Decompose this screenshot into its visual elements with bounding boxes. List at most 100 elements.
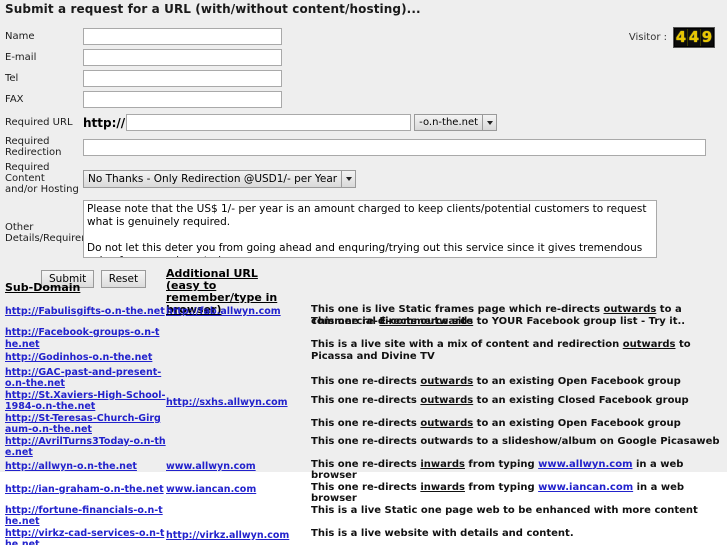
cell-sub-domain: http://allwyn-o.n-the.net: [0, 459, 166, 473]
required-content-label: Required Content and/or Hosting: [0, 162, 83, 195]
required-content-value: No Thanks - Only Redirection @USD1/- per…: [88, 172, 338, 185]
cell-sub-domain: http://virkz-cad-services-o.n-the.net: [0, 528, 166, 545]
required-content-label-line2: and/or Hosting: [5, 184, 79, 195]
fax-field[interactable]: [83, 91, 282, 108]
desc-pre: This one re-directs: [311, 481, 421, 493]
desc-underline-1: outwards: [420, 417, 474, 429]
sub-domain-link[interactable]: http://virkz-cad-services-o.n-the.net: [5, 528, 166, 545]
required-redirection-label: Required Redirection: [5, 136, 62, 158]
desc-inline-link[interactable]: www.iancan.com: [538, 482, 633, 493]
desc-pre: This one is live Static frames page whic…: [311, 304, 604, 315]
sub-domain-link[interactable]: http://Godinhos-o.n-the.net: [5, 352, 152, 364]
sub-domain-link[interactable]: http://Fabulisgifts-o.n-the.net: [5, 306, 165, 318]
table-row: http://Godinhos-o.n-the.net This is a li…: [0, 339, 727, 364]
email-field[interactable]: [83, 49, 282, 66]
required-content-select[interactable]: No Thanks - Only Redirection @USD1/- per…: [83, 169, 357, 188]
desc-inline-link[interactable]: www.allwyn.com: [538, 459, 632, 470]
cell-additional-url: www.iancan.com: [166, 482, 311, 496]
email-control: [83, 49, 727, 66]
table-body: http://Fabulisgifts-o.n-the.net http://f…: [0, 304, 727, 545]
cell-description: This one re-directs outwards to a slides…: [311, 436, 727, 448]
table-header: Sub-Domain Additional URL (easy to remem…: [0, 268, 727, 316]
sub-domain-link[interactable]: http://fortune-financials-o.n-the.net: [5, 505, 166, 528]
required-redirection-control: [83, 138, 727, 156]
cell-sub-domain: http://fortune-financials-o.n-the.net: [0, 505, 166, 528]
table-row: http://St-Teresas-Church-Girgaum-o.n-the…: [0, 413, 727, 436]
protocol-prefix: http://: [83, 115, 126, 130]
required-url-label: Required URL: [5, 117, 73, 128]
form-row-required-url: Required URL http:// -o.n-the.net: [0, 112, 727, 133]
form-row-email: E-mail: [0, 47, 727, 68]
desc-underline-1: outwards: [622, 339, 676, 350]
table-row: http://virkz-cad-services-o.n-the.net ht…: [0, 528, 727, 545]
form-row-name: Name: [0, 26, 727, 47]
url-examples-table: Sub-Domain Additional URL (easy to remem…: [0, 268, 727, 545]
tel-control: [83, 70, 727, 87]
name-control: [83, 28, 727, 45]
table-row: http://allwyn-o.n-the.net www.allwyn.com…: [0, 459, 727, 482]
desc-mid: from typing: [464, 458, 539, 470]
cell-description: This one re-directs outwards to an exist…: [311, 413, 727, 430]
url-suffix-select[interactable]: -o.n-the.net: [414, 114, 498, 131]
cell-additional-url: http://fab.allwyn.com: [166, 304, 311, 318]
required-content-label-line1: Required Content: [5, 162, 50, 184]
other-details-label-line2: Details/Requirements: [5, 233, 113, 244]
table-row: http://ian-graham-o.n-the.net www.iancan…: [0, 482, 727, 505]
sub-domain-link[interactable]: http://allwyn-o.n-the.net: [5, 461, 137, 473]
cell-sub-domain: http://GAC-past-and-present-o.n-the.net: [0, 367, 166, 390]
cell-additional-url: http://virkz.allwyn.com: [166, 528, 311, 542]
cell-sub-domain: http://St.Xaviers-High-School-1984-o.n-t…: [0, 390, 166, 413]
sub-domain-link[interactable]: http://AvrilTurns3Today-o.n-the.net: [5, 436, 166, 459]
cell-sub-domain: http://St-Teresas-Church-Girgaum-o.n-the…: [0, 413, 166, 436]
desc-pre: This is a live site with a mix of conten…: [311, 339, 623, 350]
required-content-control: No Thanks - Only Redirection @USD1/- per…: [83, 169, 727, 188]
fax-label: FAX: [5, 94, 24, 105]
url-suffix-value: -o.n-the.net: [419, 117, 479, 128]
cell-description: This is a live Static one page web to be…: [311, 505, 727, 517]
other-details-control: Please note that the US$ 1/- per year is…: [83, 200, 727, 261]
tel-field[interactable]: [83, 70, 282, 87]
required-redirection-input[interactable]: [83, 138, 706, 156]
additional-url-link[interactable]: www.iancan.com: [166, 484, 256, 496]
chevron-down-icon[interactable]: [482, 115, 497, 130]
tel-label: Tel: [5, 73, 19, 84]
sub-domain-link[interactable]: http://St.Xaviers-High-School-1984-o.n-t…: [5, 390, 166, 413]
sub-domain-link[interactable]: http://St-Teresas-Church-Girgaum-o.n-the…: [5, 413, 166, 436]
desc-underline-1: outwards: [420, 316, 474, 327]
page-title: Submit a request for a URL (with/without…: [5, 2, 421, 16]
required-url-input[interactable]: [126, 114, 412, 131]
desc-post: to YOUR Facebook group list - Try it..: [473, 316, 686, 327]
desc-pre: This one re-directs: [311, 375, 421, 387]
cell-sub-domain: http://Fabulisgifts-o.n-the.net: [0, 304, 166, 318]
desc-underline-1: outwards: [603, 304, 657, 315]
desc-pre: This one re-directs: [311, 394, 421, 406]
request-form: Name E-mail Tel FAX Required URL http://…: [0, 26, 727, 288]
additional-url-link[interactable]: http://virkz.allwyn.com: [166, 530, 289, 542]
cell-sub-domain: http://ian-graham-o.n-the.net: [0, 482, 166, 496]
cell-description: This one re-directs outwards to YOUR Fac…: [311, 316, 727, 328]
chevron-down-icon[interactable]: [341, 170, 356, 187]
desc-underline-1: outwards: [420, 394, 474, 406]
additional-url-link[interactable]: www.allwyn.com: [166, 461, 256, 473]
additional-url-link[interactable]: http://fab.allwyn.com: [166, 306, 281, 318]
desc-post: to an existing Open Facebook group: [473, 417, 681, 429]
sub-domain-link[interactable]: http://GAC-past-and-present-o.n-the.net: [5, 367, 166, 390]
cell-sub-domain: http://Godinhos-o.n-the.net: [0, 350, 166, 364]
name-field[interactable]: [83, 28, 282, 45]
cell-description: This one re-directs inwards from typing …: [311, 459, 727, 482]
desc-pre: This is a live website with details and …: [311, 527, 574, 539]
sub-domain-link[interactable]: http://Facebook-groups-o.n-the.net: [5, 327, 166, 350]
cell-description: This is a live website with details and …: [311, 528, 727, 540]
sub-domain-link[interactable]: http://ian-graham-o.n-the.net: [5, 484, 164, 496]
form-row-other-details: Other Details/Requirements Please note t…: [0, 200, 727, 261]
desc-pre: This is a live Static one page web to be…: [311, 504, 698, 516]
required-url-control: http:// -o.n-the.net: [83, 114, 727, 131]
desc-post: to an existing Open Facebook group: [473, 375, 681, 387]
cell-additional-url: www.allwyn.com: [166, 459, 311, 473]
cell-description: This one re-directs outwards to an exist…: [311, 367, 727, 388]
email-label: E-mail: [5, 52, 37, 63]
other-details-label: Other Details/Requirements: [0, 200, 113, 244]
additional-url-link[interactable]: http://sxhs.allwyn.com: [166, 397, 288, 409]
other-details-textarea[interactable]: Please note that the US$ 1/- per year is…: [83, 200, 657, 258]
table-row: http://fortune-financials-o.n-the.net Th…: [0, 505, 727, 528]
